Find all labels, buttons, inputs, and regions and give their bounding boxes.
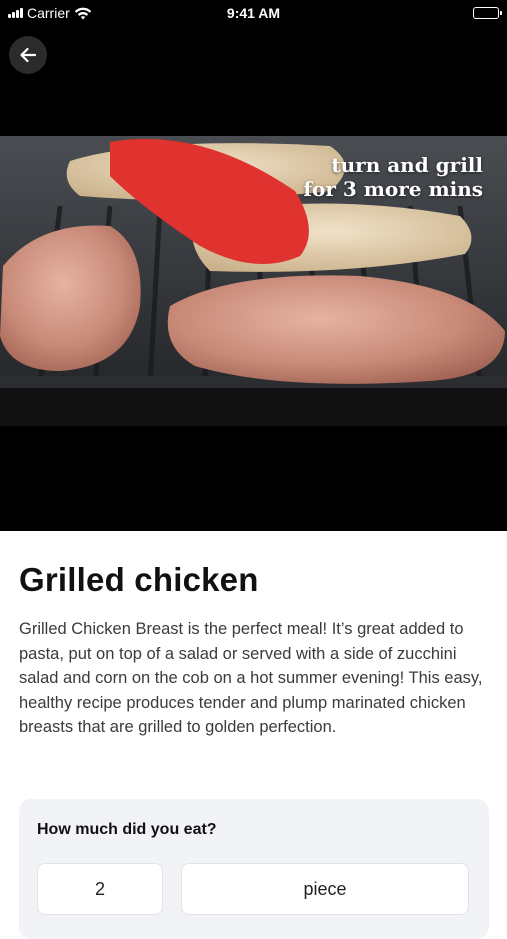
quantity-input[interactable]: 2 (37, 863, 163, 915)
unit-select[interactable]: piece (181, 863, 469, 915)
status-bar: Carrier 9:41 AM (0, 0, 507, 26)
battery-icon (473, 7, 502, 19)
portion-card: How much did you eat? 2 piece (19, 799, 489, 939)
recipe-details: Grilled chicken Grilled Chicken Breast i… (0, 531, 507, 740)
recipe-video[interactable]: turn and grill for 3 more mins (0, 26, 507, 531)
back-button[interactable] (9, 36, 47, 74)
status-left: Carrier (8, 5, 92, 21)
caption-line-2: for 3 more mins (303, 177, 483, 201)
wifi-icon (74, 7, 91, 19)
recipe-description: Grilled Chicken Breast is the perfect me… (19, 620, 483, 736)
arrow-left-icon (20, 47, 37, 63)
recipe-title: Grilled chicken (19, 561, 259, 598)
portion-inputs: 2 piece (37, 863, 471, 915)
video-caption: turn and grill for 3 more mins (303, 153, 483, 201)
portion-question: How much did you eat? (37, 821, 217, 838)
caption-line-1: turn and grill (331, 153, 483, 177)
signal-icon (8, 8, 23, 18)
carrier-label: Carrier (27, 5, 70, 21)
